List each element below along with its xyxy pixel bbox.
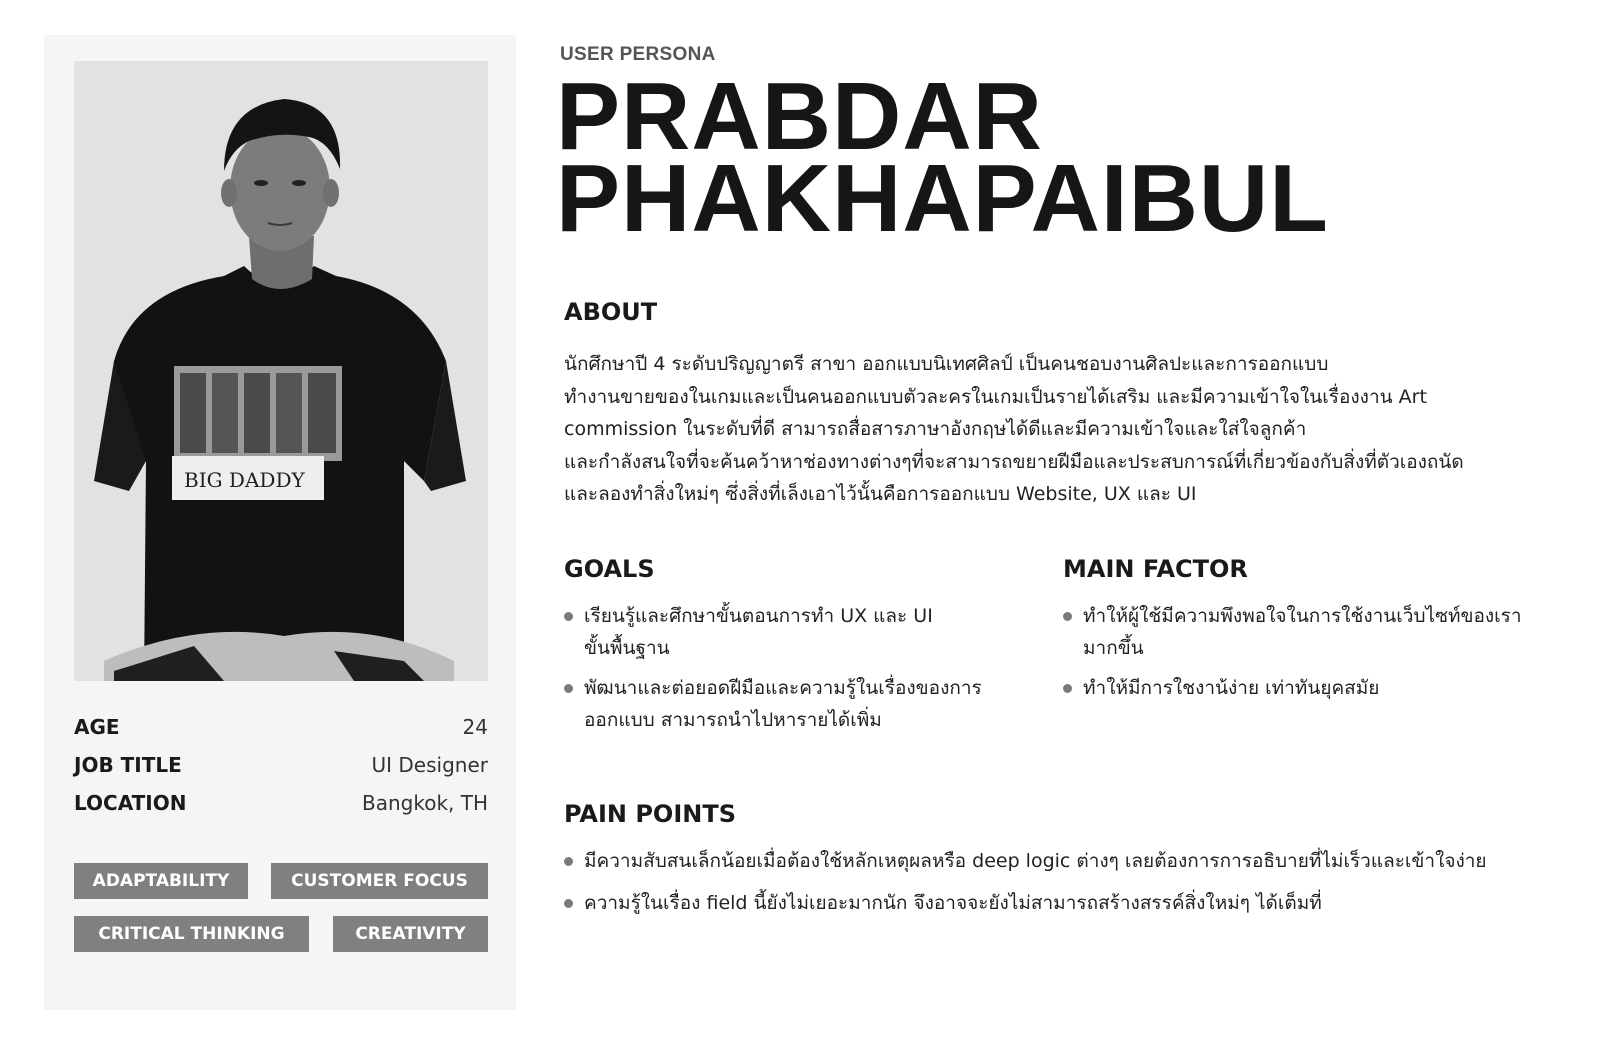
info-value: Bangkok, TH <box>361 791 488 815</box>
portrait-photo: BIG DADDY <box>74 61 488 681</box>
pain-points-list: มีความสับสนเล็กน้อยเมื่อต้องใช้หลักเหตุผ… <box>564 845 1554 929</box>
bullet-icon <box>1063 612 1072 621</box>
about-line: และกำลังสนใจที่จะค้นคว้าหาช่องทางต่างๆที… <box>564 450 1464 473</box>
info-row-job-title: JOB TITLE UI Designer <box>74 753 488 791</box>
portrait-illustration: BIG DADDY <box>74 61 488 681</box>
profile-card: BIG DADDY AGE 24 JOB TITLE UI Designer L… <box>44 35 516 1010</box>
skill-tag: CREATIVITY <box>333 916 488 952</box>
skill-tag: ADAPTABILITY <box>74 863 248 899</box>
list-item: ทำให้มีการใชงาน้ง่าย เท่าทันยุคสมัย <box>1063 672 1553 704</box>
svg-text:BIG DADDY: BIG DADDY <box>184 468 305 492</box>
list-item: ทำให้ผู้ใช้มีความพึงพอใจในการใช้งานเว็บไ… <box>1063 600 1553 664</box>
about-line: ทำงานขายของในเกมและเป็นคนออกแบบตัวละครใน… <box>564 385 1427 408</box>
persona-name: PRABDAR PHAKHAPAIBUL <box>556 69 1329 252</box>
about-paragraph: นักศึกษาปี 4 ระดับปริญญาตรี สาขา ออกแบบน… <box>564 348 1544 511</box>
list-item: มีความสับสนเล็กน้อยเมื่อต้องใช้หลักเหตุผ… <box>564 845 1554 877</box>
name-line-2: PHAKHAPAIBUL <box>556 145 1329 252</box>
info-value: 24 <box>462 715 488 739</box>
info-label: LOCATION <box>74 791 187 815</box>
pain-points-title: PAIN POINTS <box>564 800 736 828</box>
skill-tags: ADAPTABILITY CUSTOMER FOCUS CRITICAL THI… <box>74 863 488 969</box>
goals-title: GOALS <box>564 555 655 583</box>
info-label: JOB TITLE <box>74 753 182 777</box>
about-line: commission ในระดับที่ดี สามารถสื่อสารภาษ… <box>564 418 1307 440</box>
bullet-icon <box>1063 684 1072 693</box>
bullet-icon <box>564 857 573 866</box>
info-value: UI Designer <box>371 753 488 777</box>
about-title: ABOUT <box>564 298 658 326</box>
bullet-icon <box>564 612 573 621</box>
main-factor-list: ทำให้ผู้ใช้มีความพึงพอใจในการใช้งานเว็บไ… <box>1063 600 1553 712</box>
skill-tag: CUSTOMER FOCUS <box>271 863 488 899</box>
about-line: และลองทำสิ่งใหม่ๆ ซึ่งสิ่งที่เล็งเอาไว้น… <box>564 483 1197 505</box>
info-row-age: AGE 24 <box>74 715 488 753</box>
info-row-location: LOCATION Bangkok, TH <box>74 791 488 829</box>
goals-list: เรียนรู้และศึกษาขั้นตอนการทำ UX และ UI ข… <box>564 600 1024 744</box>
profile-info: AGE 24 JOB TITLE UI Designer LOCATION Ba… <box>74 715 488 829</box>
about-line: นักศึกษาปี 4 ระดับปริญญาตรี สาขา ออกแบบน… <box>564 353 1329 375</box>
list-item: พัฒนาและต่อยอดฝีมือและความรู้ในเรื่องของ… <box>564 672 1024 736</box>
main-factor-title: MAIN FACTOR <box>1063 555 1248 583</box>
list-item: ความรู้ในเรื่อง field นี้ยังไม่เยอะมากนั… <box>564 887 1554 919</box>
bullet-icon <box>564 899 573 908</box>
bullet-icon <box>564 684 573 693</box>
list-item: เรียนรู้และศึกษาขั้นตอนการทำ UX และ UI ข… <box>564 600 1024 664</box>
info-label: AGE <box>74 715 120 739</box>
skill-tag: CRITICAL THINKING <box>74 916 309 952</box>
